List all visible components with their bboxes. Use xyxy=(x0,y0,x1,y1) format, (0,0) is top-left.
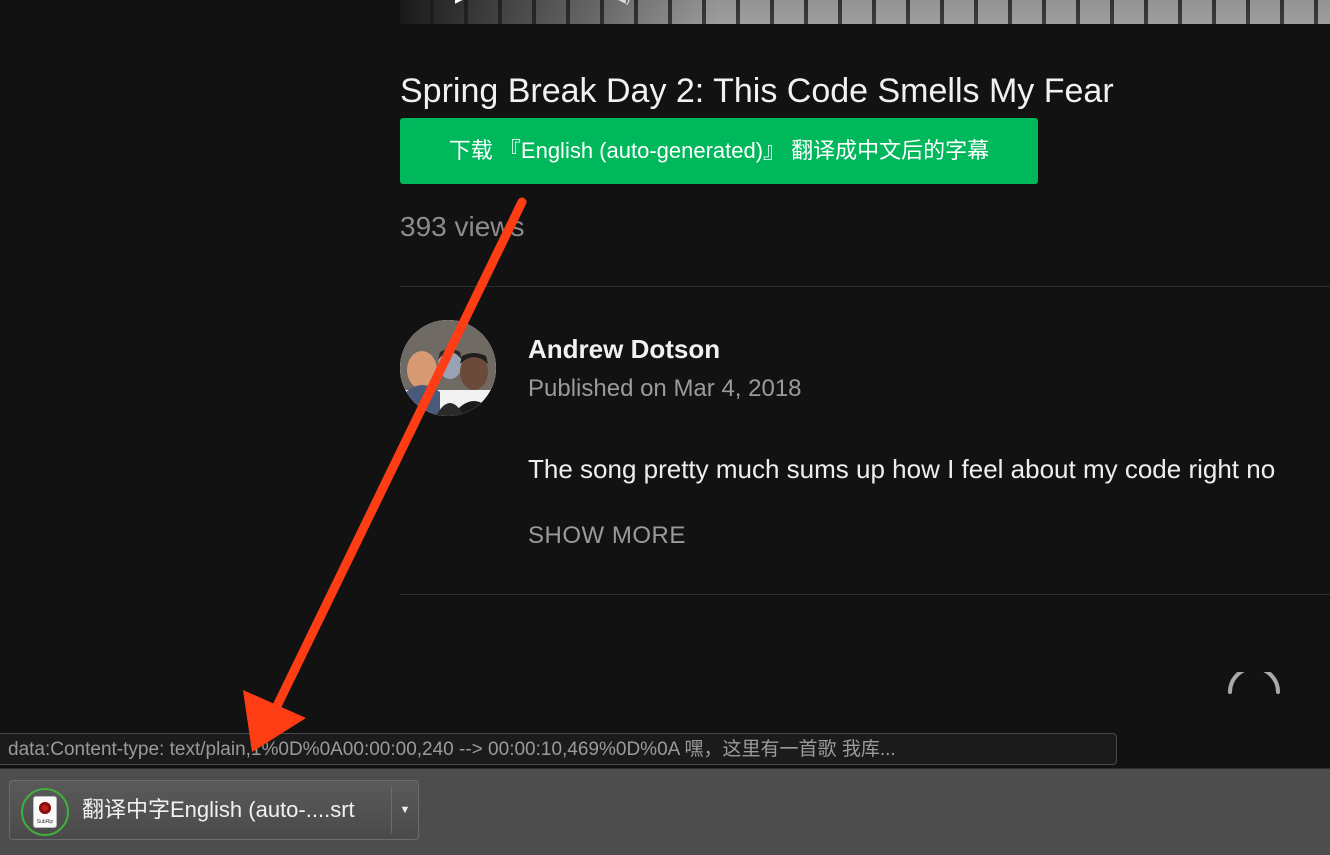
video-description: The song pretty much sums up how I feel … xyxy=(528,454,1276,484)
view-count: 393 views xyxy=(400,211,525,242)
volume-icon[interactable]: ◀) xyxy=(615,0,635,4)
video-player-bottom[interactable] xyxy=(400,0,1330,24)
download-menu-button[interactable]: ▼ xyxy=(392,781,418,839)
publish-date: Published on Mar 4, 2018 xyxy=(528,375,802,402)
loading-spinner-icon xyxy=(1228,672,1280,694)
avatar-photo xyxy=(400,320,496,416)
arrow-shaft xyxy=(271,197,527,713)
divider xyxy=(400,286,1330,287)
status-bar-url: data:Content-type: text/plain,1%0D%0A00:… xyxy=(0,733,1117,765)
file-type-label: SubRip xyxy=(36,819,54,825)
video-controls-shade xyxy=(400,0,720,24)
channel-name[interactable]: Andrew Dotson xyxy=(528,334,720,365)
divider xyxy=(400,594,1330,595)
film-reel-icon xyxy=(39,802,51,814)
download-filename[interactable]: 翻译中字English (auto-....srt xyxy=(82,781,355,839)
play-icon[interactable]: ▶ xyxy=(455,0,469,4)
channel-avatar[interactable] xyxy=(400,320,496,416)
download-item[interactable]: SubRip 翻译中字English (auto-....srt ▼ xyxy=(9,780,419,840)
srt-file-icon: SubRip xyxy=(34,797,56,827)
download-shelf: SubRip 翻译中字English (auto-....srt ▼ xyxy=(0,768,1330,855)
video-title: Spring Break Day 2: This Code Smells My … xyxy=(400,72,1114,110)
show-more-button[interactable]: SHOW MORE xyxy=(528,522,686,550)
download-subtitle-button[interactable]: 下载 『English (auto-generated)』 翻译成中文后的字幕 xyxy=(400,118,1038,184)
